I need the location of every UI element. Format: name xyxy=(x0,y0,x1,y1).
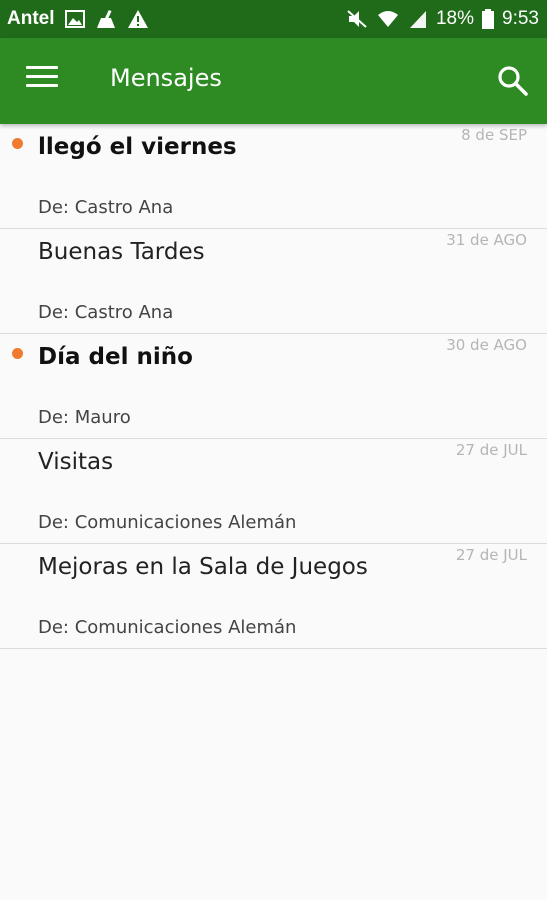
message-item[interactable]: Mejoras en la Sala de Juegos De: Comunic… xyxy=(0,544,547,649)
image-icon xyxy=(64,10,85,28)
unread-dot xyxy=(12,138,23,149)
message-list: llegó el viernes De: Castro Ana 8 de SEP… xyxy=(0,124,547,649)
message-sender: De: Mauro xyxy=(38,407,131,428)
page-title: Mensajes xyxy=(110,64,222,92)
message-sender: De: Castro Ana xyxy=(38,197,174,218)
mute-icon xyxy=(347,10,367,28)
carrier-label: Antel xyxy=(7,8,55,29)
unread-dot xyxy=(12,348,23,359)
app-bar: Mensajes xyxy=(0,38,547,124)
wifi-icon xyxy=(377,11,398,27)
message-date: 27 de JUL xyxy=(455,546,527,564)
message-sender: De: Comunicaciones Alemán xyxy=(38,512,297,533)
message-date: 30 de AGO xyxy=(446,336,527,354)
clock: 9:53 xyxy=(502,8,539,29)
warning-icon xyxy=(127,10,148,28)
message-date: 31 de AGO xyxy=(446,231,527,249)
message-item[interactable]: Buenas Tardes De: Castro Ana 31 de AGO xyxy=(0,229,547,334)
message-item[interactable]: llegó el viernes De: Castro Ana 8 de SEP xyxy=(0,124,547,229)
signal-icon xyxy=(409,11,426,28)
message-sender: De: Comunicaciones Alemán xyxy=(38,617,297,638)
message-subject: Visitas xyxy=(38,449,114,475)
message-date: 8 de SEP xyxy=(461,126,527,144)
search-icon[interactable] xyxy=(496,64,530,98)
message-subject: llegó el viernes xyxy=(38,134,237,160)
message-item[interactable]: Visitas De: Comunicaciones Alemán 27 de … xyxy=(0,439,547,544)
battery-percent: 18% xyxy=(435,8,475,29)
cleaner-icon xyxy=(96,9,115,28)
battery-icon xyxy=(482,9,495,29)
status-bar: Antel 18% 9:53 xyxy=(0,0,547,38)
message-item[interactable]: Día del niño De: Mauro 30 de AGO xyxy=(0,334,547,439)
message-subject: Buenas Tardes xyxy=(38,239,205,265)
message-subject: Mejoras en la Sala de Juegos xyxy=(38,554,368,580)
message-date: 27 de JUL xyxy=(455,441,527,459)
message-sender: De: Castro Ana xyxy=(38,302,174,323)
menu-icon[interactable] xyxy=(26,66,58,94)
message-subject: Día del niño xyxy=(38,344,193,370)
